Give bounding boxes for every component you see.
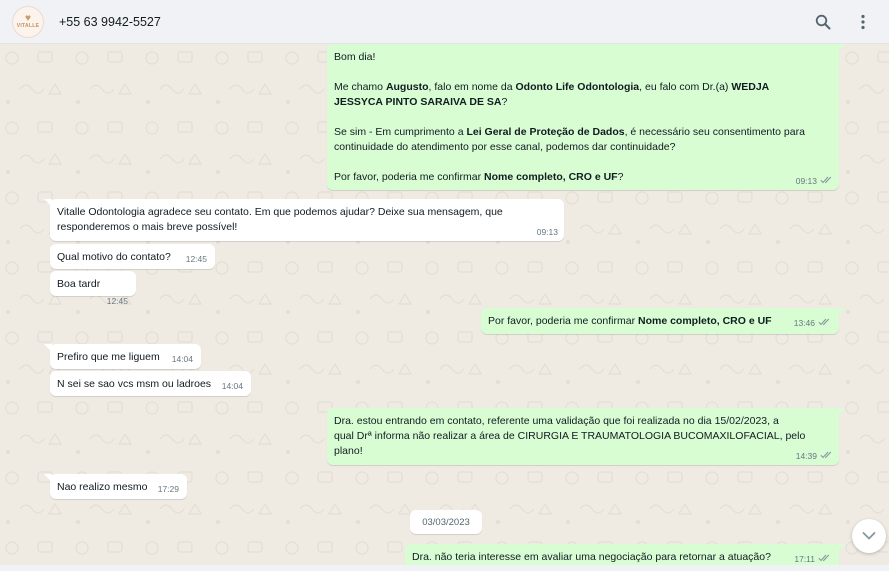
- chat-area[interactable]: Bom dia! Me chamo Augusto, falo em nome d…: [0, 44, 889, 571]
- message-line: N sei se sao vcs msm ou ladroes 14:04: [57, 377, 243, 392]
- menu-icon[interactable]: [851, 10, 875, 34]
- incoming-message[interactable]: Prefiro que me liguem 14:04: [44, 344, 201, 369]
- chevron-down-icon: [862, 532, 876, 540]
- message-time: 12:45: [186, 254, 207, 265]
- message-text: Vitalle Odontologia agradece seu contato…: [57, 206, 503, 218]
- message-line: Bom dia!: [334, 50, 831, 65]
- message-text: Me chamo: [334, 81, 386, 93]
- chat-header: ♥ VITALLE +55 63 9942-5527: [0, 0, 889, 44]
- message-text: Dra. não teria interesse em avaliar uma …: [412, 551, 771, 563]
- double-check-icon: [818, 554, 831, 565]
- message-line: Boa tardr 12:45: [57, 277, 128, 306]
- message-timestamp: 09:13: [795, 175, 817, 186]
- heart-logo-icon: ♥: [25, 13, 31, 24]
- message-timestamp: 09:13: [536, 227, 558, 237]
- message-line: Nao realizo mesmo 17:29: [57, 480, 179, 495]
- message-line: Me chamo Augusto, falo em nome da Odonto…: [334, 80, 831, 95]
- incoming-message[interactable]: Vitalle Odontologia agradece seu contato…: [44, 199, 564, 241]
- message-line: Por favor, poderia me confirmar Nome com…: [488, 314, 831, 329]
- message-timestamp: 13:46: [793, 318, 815, 328]
- message-line: [334, 155, 831, 170]
- message-line: Qual motivo do contato? 12:45: [57, 250, 207, 265]
- message-text: Se sim - Em cumprimento a: [334, 126, 467, 138]
- double-check-icon: [818, 318, 831, 329]
- contact-name[interactable]: +55 63 9942-5527: [59, 15, 161, 29]
- message-time: 09:13: [796, 176, 833, 187]
- message-line: JESSYCA PINTO SARAIVA DE SA?: [334, 95, 831, 110]
- message-text: , falo em nome da: [428, 81, 516, 93]
- incoming-message[interactable]: N sei se sao vcs msm ou ladroes 14:04: [50, 371, 251, 396]
- message-line: qual Drª informa não realizar a área de …: [334, 429, 831, 444]
- message-line: Por favor, poderia me confirmar Nome com…: [334, 170, 831, 185]
- message-line: Dra. estou entrando em contato, referent…: [334, 414, 831, 429]
- message-line: responderemos o mais breve possível!: [57, 220, 556, 235]
- double-check-icon: [820, 176, 833, 187]
- message-bold-text: JESSYCA PINTO SARAIVA DE SA: [334, 96, 502, 108]
- message-bold-text: Augusto: [385, 81, 429, 93]
- message-line: continuidade do atendimento por esse can…: [334, 140, 831, 155]
- message-text: Por favor, poderia me confirmar: [334, 171, 484, 183]
- incoming-message[interactable]: Nao realizo mesmo 17:29: [44, 474, 187, 499]
- message-bold-text: Nome completo, CRO e UF: [483, 171, 618, 183]
- message-time: 12:45: [107, 296, 128, 307]
- outgoing-message[interactable]: Por favor, poderia me confirmar Nome com…: [481, 308, 845, 334]
- message-text: Prefiro que me liguem: [57, 351, 160, 363]
- message-time: 14:04: [172, 354, 193, 365]
- message-text: Dra. estou entrando em contato, referent…: [334, 415, 779, 427]
- message-time: 17:29: [158, 484, 179, 495]
- message-time: 13:46: [794, 318, 831, 329]
- message-bold-text: Odonto Life Odontologia: [515, 81, 640, 93]
- message-line: [334, 65, 831, 80]
- date-divider: 03/03/2023: [410, 510, 482, 534]
- message-text: , é necessário seu consentimento para: [624, 126, 805, 138]
- scroll-to-bottom-button[interactable]: [852, 519, 886, 553]
- message-timestamp: 17:11: [794, 554, 815, 564]
- message-timestamp: 14:39: [795, 450, 817, 461]
- message-line: Vitalle Odontologia agradece seu contato…: [57, 205, 556, 220]
- incoming-message[interactable]: Qual motivo do contato? 12:45: [50, 244, 215, 269]
- outgoing-message[interactable]: Dra. estou entrando em contato, referent…: [327, 408, 845, 465]
- message-timestamp: 12:45: [106, 296, 128, 306]
- message-line: plano!: [334, 444, 831, 459]
- message-timestamp: 12:45: [185, 254, 207, 264]
- message-line: Dra. não teria interesse em avaliar uma …: [412, 550, 831, 565]
- message-text: , eu falo com Dr.(a): [639, 81, 732, 93]
- message-timestamp: 17:29: [157, 484, 179, 494]
- composer-edge: [0, 565, 889, 571]
- message-bold-text: Lei Geral de Proteção de Dados: [466, 126, 625, 138]
- message-line: [334, 110, 831, 125]
- message-line: Se sim - Em cumprimento a Lei Geral de P…: [334, 125, 831, 140]
- message-text: Bom dia!: [334, 51, 376, 63]
- message-text: Boa tardr: [57, 278, 101, 290]
- avatar[interactable]: ♥ VITALLE: [12, 5, 44, 38]
- message-text: Por favor, poderia me confirmar: [488, 315, 638, 327]
- incoming-message[interactable]: Boa tardr 12:45: [50, 271, 136, 306]
- message-time: 14:04: [222, 381, 243, 392]
- message-time: 14:39: [796, 451, 833, 462]
- message-bold-text: WEDJA: [731, 81, 770, 93]
- message-timestamp: 14:04: [171, 354, 193, 364]
- message-text: Nao realizo mesmo: [57, 481, 148, 493]
- message-line: Prefiro que me liguem 14:04: [57, 350, 193, 365]
- message-time: 17:11: [794, 554, 831, 565]
- message-time: 09:13: [537, 227, 558, 238]
- avatar-brand: VITALLE: [16, 23, 40, 29]
- message-text: plano!: [334, 445, 363, 457]
- message-text: ?: [617, 171, 624, 183]
- message-timestamp: 14:04: [221, 381, 243, 391]
- message-text: responderemos o mais breve possível!: [57, 221, 238, 233]
- search-icon[interactable]: [811, 10, 835, 34]
- message-text: continuidade do atendimento por esse can…: [334, 141, 676, 153]
- outgoing-message[interactable]: Bom dia! Me chamo Augusto, falo em nome d…: [327, 44, 845, 190]
- message-text: qual Drª informa não realizar a área de …: [334, 430, 806, 442]
- message-text: N sei se sao vcs msm ou ladroes: [57, 378, 212, 390]
- message-bold-text: Nome completo, CRO e UF: [637, 315, 772, 327]
- message-text: ?: [501, 96, 508, 108]
- message-text: Qual motivo do contato?: [57, 251, 171, 263]
- double-check-icon: [820, 451, 833, 462]
